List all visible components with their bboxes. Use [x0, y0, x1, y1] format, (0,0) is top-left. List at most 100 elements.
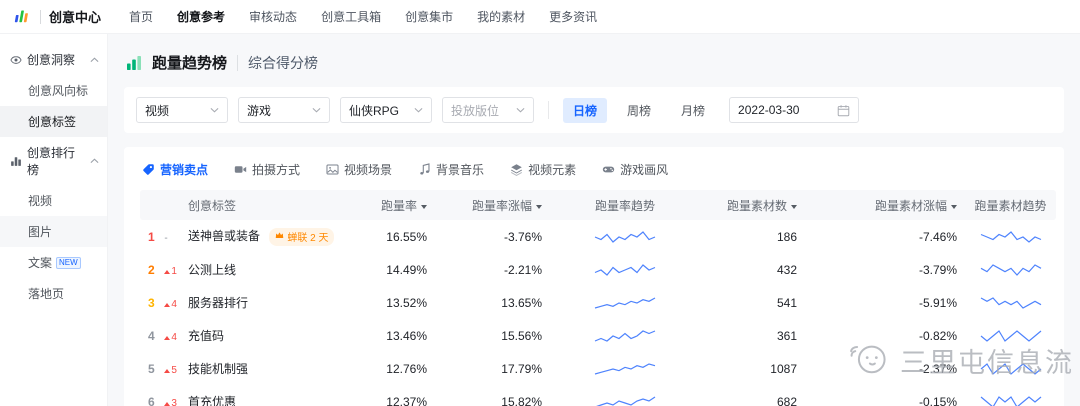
tag-name[interactable]: 充值码: [188, 329, 224, 343]
material-trend-cell: [965, 352, 1056, 385]
sidebar-item-creative-windvane[interactable]: 创意风向标: [0, 75, 107, 106]
table-row[interactable]: 6 3 首充优惠 12.37% 15.82% 682 -0.15%: [140, 385, 1056, 406]
category-tab-shooting-method[interactable]: 拍摄方式: [234, 161, 300, 178]
sparkline-chart: [594, 296, 656, 310]
col-header-material-change[interactable]: 跑量素材涨幅: [805, 190, 965, 220]
nav-item-creative-toolbox[interactable]: 创意工具箱: [321, 8, 381, 25]
rank-column-header: [140, 190, 180, 220]
rate-change-cell: 13.65%: [435, 286, 550, 319]
page-tab-overall-score-rank[interactable]: 综合得分榜: [248, 53, 318, 73]
rank-number: 3: [148, 296, 156, 310]
run-rate-cell: 14.49%: [355, 253, 435, 286]
category-tab-selling-points[interactable]: 营销卖点: [142, 161, 208, 178]
filter-select-media-type[interactable]: 视频: [136, 97, 228, 123]
sparkline-chart: [980, 263, 1042, 277]
category-tab-label: 视频场景: [344, 161, 392, 178]
rank-change: 4: [164, 332, 177, 343]
sidebar-item-label: 落地页: [28, 285, 64, 302]
rate-change-cell: 15.82%: [435, 385, 550, 406]
sort-desc-icon[interactable]: [536, 205, 542, 209]
calendar-icon: [837, 104, 850, 117]
materials-cell: 682: [700, 385, 805, 406]
table-row[interactable]: 3 4 服务器排行 13.52% 13.65% 541 -5.91%: [140, 286, 1056, 319]
sidebar-item-landing-page[interactable]: 落地页: [0, 278, 107, 309]
chevron-up-icon[interactable]: [90, 158, 99, 164]
category-tab-label: 拍摄方式: [252, 161, 300, 178]
crown-icon: [275, 231, 284, 242]
tag-cell: 送神兽或装备 蝉联 2 天: [180, 220, 355, 253]
chevron-down-icon: [516, 107, 525, 113]
top-navbar: 创意中心 首页创意参考审核动态创意工具箱创意集市我的素材更多资讯: [0, 0, 1080, 34]
chevron-up-icon[interactable]: [90, 57, 99, 63]
materials-cell: 432: [700, 253, 805, 286]
sparkline-chart: [980, 362, 1042, 376]
rank-cell: 1 -: [140, 220, 180, 253]
up-arrow-icon: [164, 336, 170, 340]
nav-item-more-info[interactable]: 更多资讯: [549, 8, 597, 25]
rank-cell: 2 1: [140, 253, 180, 286]
period-tab-daily[interactable]: 日榜: [563, 98, 607, 123]
sort-desc-icon[interactable]: [421, 205, 427, 209]
sort-desc-icon[interactable]: [951, 205, 957, 209]
tag-name[interactable]: 送神兽或装备: [188, 229, 260, 243]
rate-trend-cell: [550, 253, 700, 286]
period-tab-monthly[interactable]: 月榜: [671, 98, 715, 123]
col-header-rate-change[interactable]: 跑量率涨幅: [435, 190, 550, 220]
content-card: 营销卖点 拍摄方式 视频场景 背景音乐 视频元素 游戏画风: [124, 147, 1064, 406]
col-header-rate[interactable]: 跑量率: [355, 190, 435, 220]
sidebar-section-header-creative-ranking[interactable]: 创意排行榜: [0, 137, 107, 185]
sparkline-chart: [980, 395, 1042, 406]
filter-select-placement[interactable]: 投放版位: [442, 97, 534, 123]
sidebar-item-image[interactable]: 图片: [0, 216, 107, 247]
sidebar-item-creative-tags[interactable]: 创意标签: [0, 106, 107, 137]
sidebar-item-video[interactable]: 视频: [0, 185, 107, 216]
material-trend-cell: [965, 385, 1056, 406]
filter-select-industry[interactable]: 游戏: [238, 97, 330, 123]
materials-cell: 1087: [700, 352, 805, 385]
sparkline-chart: [594, 329, 656, 343]
ranking-table: 创意标签 跑量率 跑量率涨幅 跑量率趋势 跑量素材数 跑量素材涨幅 跑量素材趋势…: [140, 190, 1056, 406]
new-badge: NEW: [56, 257, 81, 269]
category-tab-video-scene[interactable]: 视频场景: [326, 161, 392, 178]
period-tab-weekly[interactable]: 周榜: [617, 98, 661, 123]
nav-item-home[interactable]: 首页: [129, 8, 153, 25]
trend-chart-icon: [126, 55, 142, 71]
col-header-materials[interactable]: 跑量素材数: [700, 190, 805, 220]
sidebar-item-copywriting[interactable]: 文案 NEW: [0, 247, 107, 278]
material-trend-cell: [965, 319, 1056, 352]
tag-cell: 首充优惠: [180, 385, 355, 406]
nav-item-creative-market[interactable]: 创意集市: [405, 8, 453, 25]
scene-icon: [326, 163, 339, 176]
nav-item-my-assets[interactable]: 我的素材: [477, 8, 525, 25]
tag-name[interactable]: 公测上线: [188, 263, 236, 277]
sidebar-section-header-creative-insight[interactable]: 创意洞察: [0, 44, 107, 75]
col-label: 创意标签: [188, 199, 236, 213]
table-row[interactable]: 2 1 公测上线 14.49% -2.21% 432 -3.79%: [140, 253, 1056, 286]
nav-item-creative-reference[interactable]: 创意参考: [177, 8, 225, 25]
brand-logo-icon[interactable]: [14, 6, 32, 27]
col-label: 跑量率: [381, 199, 417, 213]
nav-item-review-updates[interactable]: 审核动态: [249, 8, 297, 25]
tag-name[interactable]: 服务器排行: [188, 296, 248, 310]
sort-desc-icon[interactable]: [791, 205, 797, 209]
date-picker[interactable]: 2022-03-30: [729, 97, 859, 123]
page-tab-volume-trend-rank[interactable]: 跑量趋势榜: [152, 52, 227, 73]
filter-select-category[interactable]: 仙侠RPG: [340, 97, 432, 123]
rank-number: 6: [148, 395, 156, 406]
category-tab-video-elements[interactable]: 视频元素: [510, 161, 576, 178]
date-value: 2022-03-30: [738, 103, 799, 117]
run-rate-cell: 12.76%: [355, 352, 435, 385]
tag-name[interactable]: 首充优惠: [188, 395, 236, 406]
table-row[interactable]: 1 - 送神兽或装备 蝉联 2 天 16.55% -3.76% 186 -7.4…: [140, 220, 1056, 253]
category-tab-bgm[interactable]: 背景音乐: [418, 161, 484, 178]
tab-divider: [237, 55, 238, 71]
tag-name[interactable]: 技能机制强: [188, 362, 248, 376]
sparkline-chart: [594, 263, 656, 277]
table-row[interactable]: 4 4 充值码 13.46% 15.56% 361 -0.82%: [140, 319, 1056, 352]
rank-cell: 4 4: [140, 319, 180, 352]
sidebar-section-creative-ranking: 创意排行榜 视频 图片 文案 NEW 落地页: [0, 137, 107, 309]
category-tab-game-art-style[interactable]: 游戏画风: [602, 161, 668, 178]
select-value: 仙侠RPG: [349, 102, 399, 119]
col-label: 跑量素材数: [727, 199, 787, 213]
table-row[interactable]: 5 5 技能机制强 12.76% 17.79% 1087 -2.37%: [140, 352, 1056, 385]
